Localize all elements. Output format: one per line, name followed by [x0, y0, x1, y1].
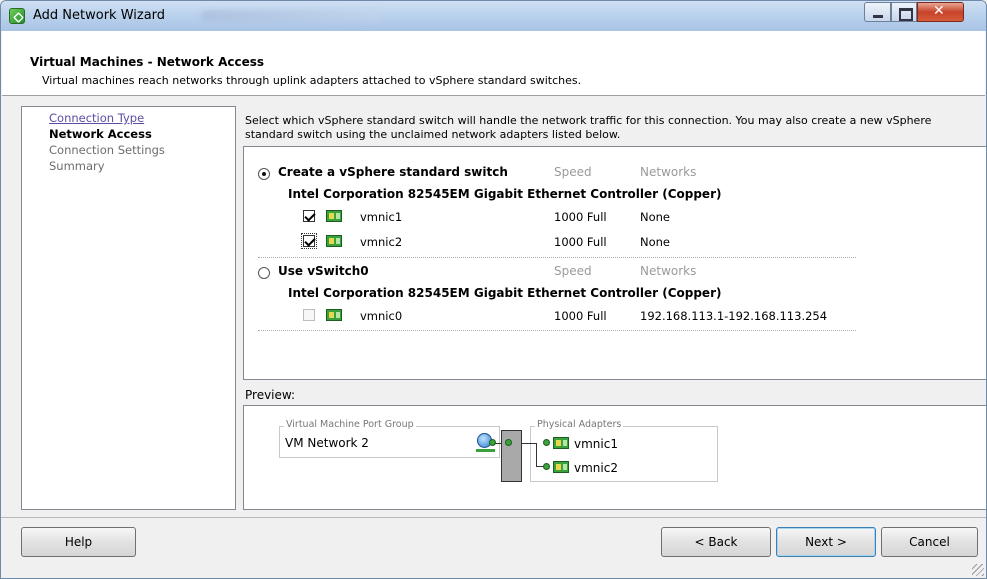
connector-line	[536, 443, 537, 467]
next-button-label: Next >	[805, 535, 847, 549]
title-bar[interactable]: Add Network Wizard	[1, 1, 986, 31]
networks-column-header: Networks	[640, 264, 697, 278]
vmnic2-checkbox[interactable]	[301, 233, 317, 249]
nav-step-connection-type[interactable]: Connection Type	[49, 111, 144, 125]
connector-dot	[543, 463, 550, 470]
preview-label: Preview:	[245, 388, 296, 402]
wizard-app-icon	[9, 8, 25, 24]
port-group-caption: Virtual Machine Port Group	[284, 419, 416, 430]
option-use-vswitch0-label[interactable]: Use vSwitch0	[278, 264, 369, 278]
network-adapter-icon	[326, 210, 342, 222]
nic-name: vmnic1	[360, 210, 403, 224]
network-adapter-icon	[553, 461, 569, 473]
connector-dot	[489, 439, 496, 446]
connector-line	[522, 443, 536, 444]
maximize-button[interactable]	[891, 2, 917, 22]
networks-column-header: Networks	[640, 165, 697, 179]
network-adapter-icon	[553, 437, 569, 449]
radio-create-standard-switch[interactable]	[258, 168, 270, 180]
instructions-text: Select which vSphere standard switch wil…	[245, 114, 932, 141]
adapter-group-title: Intel Corporation 82545EM Gigabit Ethern…	[288, 187, 722, 201]
option-separator	[258, 330, 856, 331]
help-button[interactable]: Help	[21, 527, 136, 557]
preview-adapter-name: vmnic2	[574, 461, 618, 475]
cancel-button-label: Cancel	[909, 535, 950, 549]
resize-grip-icon[interactable]	[972, 564, 984, 576]
nic-speed: 1000 Full	[554, 309, 607, 323]
wizard-steps-nav: Connection Type Network Access Connectio…	[21, 106, 236, 510]
nav-step-network-access: Network Access	[49, 127, 152, 141]
radio-use-vswitch0[interactable]	[258, 267, 270, 279]
title-bar-blur	[201, 10, 381, 22]
footer-separator	[1, 517, 986, 518]
port-group-box: Virtual Machine Port Group VM Network 2	[279, 419, 500, 458]
nav-step-connection-settings: Connection Settings	[49, 143, 165, 157]
wizard-header: Virtual Machines - Network Access Virtua…	[2, 31, 985, 96]
nic-speed: 1000 Full	[554, 235, 607, 249]
nic-networks: 192.168.113.1-192.168.113.254	[640, 309, 828, 323]
back-button[interactable]: < Back	[661, 527, 771, 557]
physical-adapters-box: Physical Adapters	[530, 419, 718, 482]
nic-name: vmnic0	[360, 309, 403, 323]
port-group-name: VM Network 2	[285, 436, 369, 450]
network-adapter-icon	[326, 235, 342, 247]
preview-adapter-name: vmnic1	[574, 437, 618, 451]
option-create-switch-label[interactable]: Create a vSphere standard switch	[278, 165, 508, 179]
page-title: Virtual Machines - Network Access	[30, 55, 265, 69]
connector-dot	[543, 439, 550, 446]
close-button[interactable]	[917, 2, 964, 22]
add-network-wizard-window: Add Network Wizard Virtual Machines - Ne…	[0, 0, 987, 579]
connector-dot	[505, 439, 512, 446]
nic-networks: None	[640, 210, 671, 224]
network-adapter-icon	[326, 309, 342, 321]
minimize-button[interactable]	[864, 2, 891, 22]
nic-networks: None	[640, 235, 671, 249]
physical-adapters-caption: Physical Adapters	[535, 419, 624, 430]
virtual-switch-shape	[501, 430, 522, 482]
vmnic1-checkbox[interactable]	[303, 210, 315, 222]
option-separator	[258, 257, 856, 258]
window-title: Add Network Wizard	[33, 8, 166, 23]
nav-step-summary: Summary	[49, 159, 105, 173]
switch-selection-panel: Create a vSphere standard switch Speed N…	[243, 146, 986, 380]
nic-name: vmnic2	[360, 235, 403, 249]
preview-panel: Virtual Machine Port Group VM Network 2 …	[243, 405, 986, 510]
cancel-button[interactable]: Cancel	[881, 527, 978, 557]
speed-column-header: Speed	[554, 165, 592, 179]
back-button-label: < Back	[694, 535, 738, 549]
adapter-group-title: Intel Corporation 82545EM Gigabit Ethern…	[288, 286, 722, 300]
next-button[interactable]: Next >	[776, 527, 876, 557]
help-button-label: Help	[64, 535, 93, 549]
page-subtitle: Virtual machines reach networks through …	[42, 74, 582, 87]
vmnic0-checkbox[interactable]	[303, 309, 315, 321]
nic-speed: 1000 Full	[554, 210, 607, 224]
speed-column-header: Speed	[554, 264, 592, 278]
